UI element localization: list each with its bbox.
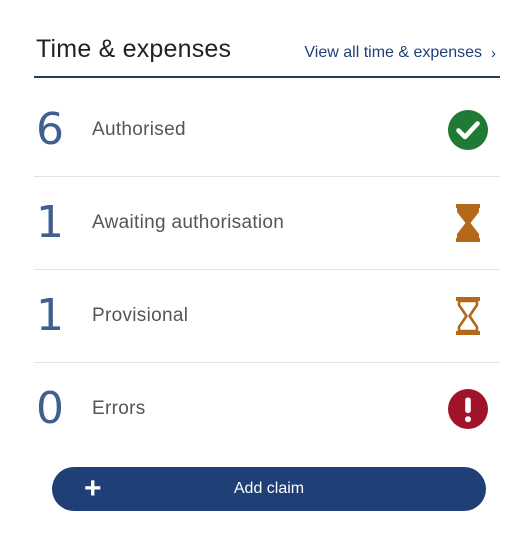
chevron-right-icon: › [491, 44, 496, 62]
status-row-provisional[interactable]: 1 Provisional [34, 270, 500, 363]
status-label: Errors [92, 398, 146, 419]
add-claim-label: Add claim [233, 480, 305, 497]
hourglass-outline-icon [456, 297, 480, 335]
status-row-authorised[interactable]: 6 Authorised [34, 84, 500, 177]
status-label: Provisional [92, 305, 189, 326]
card-header: Time & expenses View all time & expenses… [34, 32, 500, 78]
status-label: Authorised [92, 119, 186, 140]
hourglass-filled-icon [456, 204, 480, 242]
status-count: 1 [36, 290, 64, 341]
check-circle-icon [448, 110, 488, 150]
status-row-errors[interactable]: 0 Errors [34, 363, 500, 455]
status-count: 0 [36, 383, 64, 434]
time-expenses-card: Time & expenses View all time & expenses… [0, 0, 523, 542]
exclamation-circle-icon [448, 389, 488, 429]
card-title: Time & expenses [36, 35, 232, 63]
status-list: 6 Authorised 1 Awaiting authorisation 1 … [34, 84, 500, 455]
status-count: 6 [36, 104, 64, 155]
add-claim-button[interactable]: + Add claim [52, 467, 486, 511]
status-count: 1 [36, 197, 64, 248]
view-all-time-expenses-link[interactable]: View all time & expenses › [304, 44, 496, 62]
status-row-awaiting-authorisation[interactable]: 1 Awaiting authorisation [34, 177, 500, 270]
view-all-link-label: View all time & expenses [304, 44, 482, 61]
status-label: Awaiting authorisation [92, 212, 285, 233]
